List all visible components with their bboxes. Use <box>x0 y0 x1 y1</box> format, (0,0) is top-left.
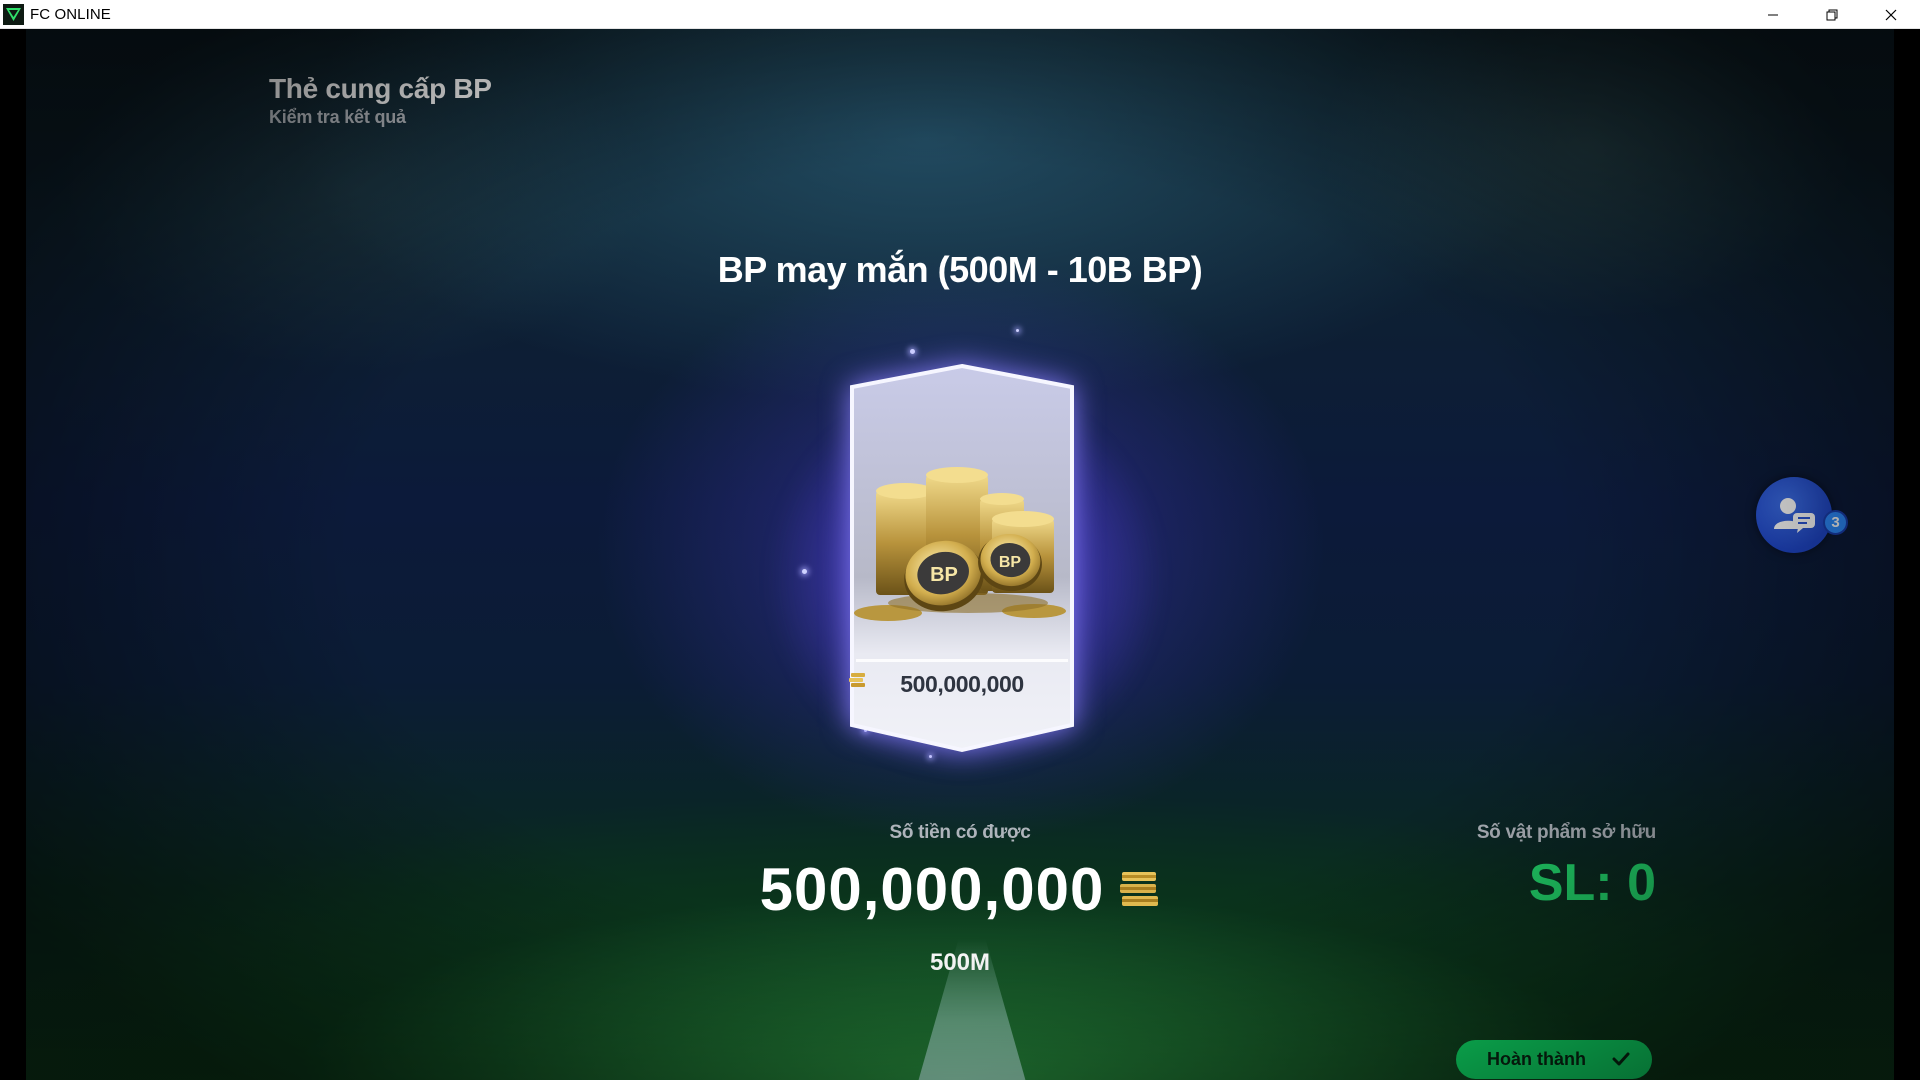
page-title: Thẻ cung cấp BP <box>269 73 492 104</box>
coin-label-right: BP <box>999 554 1022 571</box>
close-button[interactable] <box>1861 0 1920 29</box>
restore-icon <box>1826 9 1837 20</box>
sparkle <box>802 569 807 574</box>
minimize-icon <box>1767 14 1778 15</box>
bp-coin-icon <box>849 673 865 687</box>
sparkle <box>1016 329 1019 332</box>
bp-coin-stack-icon <box>1120 871 1159 906</box>
coin-label-left: BP <box>930 564 958 586</box>
check-icon <box>1612 1052 1630 1066</box>
complete-button[interactable]: Hoàn thành <box>1456 1040 1652 1079</box>
page-subtitle: Kiểm tra kết quả <box>269 107 406 127</box>
minimize-button[interactable] <box>1743 0 1802 29</box>
window-title: FC ONLINE <box>30 5 111 23</box>
friends-chat-icon <box>1774 498 1815 533</box>
close-icon <box>1885 9 1896 20</box>
restore-button[interactable] <box>1802 0 1861 29</box>
game-scene: Thẻ cung cấp BP Kiểm tra kết quả BP may … <box>26 29 1894 1080</box>
page-heading: Thẻ cung cấp BP Kiểm tra kết quả <box>269 73 492 128</box>
owned-label: Số vật phẩm sở hữu <box>1476 822 1656 843</box>
window-controls <box>1743 0 1920 29</box>
complete-button-label: Hoàn thành <box>1487 1049 1586 1069</box>
card-value: 500,000,000 <box>848 671 1076 698</box>
friends-chat-button[interactable] <box>1756 477 1832 553</box>
owned-count: SL: 0 <box>1528 854 1656 912</box>
earned-short: 500M <box>929 949 991 976</box>
card-value-text: 500,000,000 <box>900 671 1024 697</box>
chat-notification-badge: 3 <box>1823 510 1848 535</box>
earned-amount: 500,000,000 <box>759 856 1105 923</box>
pack-name: BP may mắn (500M - 10B BP) <box>717 249 1203 290</box>
sparkle <box>929 755 932 758</box>
fc-online-app-icon <box>3 3 24 25</box>
window-titlebar: FC ONLINE <box>0 0 1920 29</box>
bp-reward-card: BP BP 500,000,000 <box>848 363 1076 753</box>
sparkle <box>910 349 915 354</box>
